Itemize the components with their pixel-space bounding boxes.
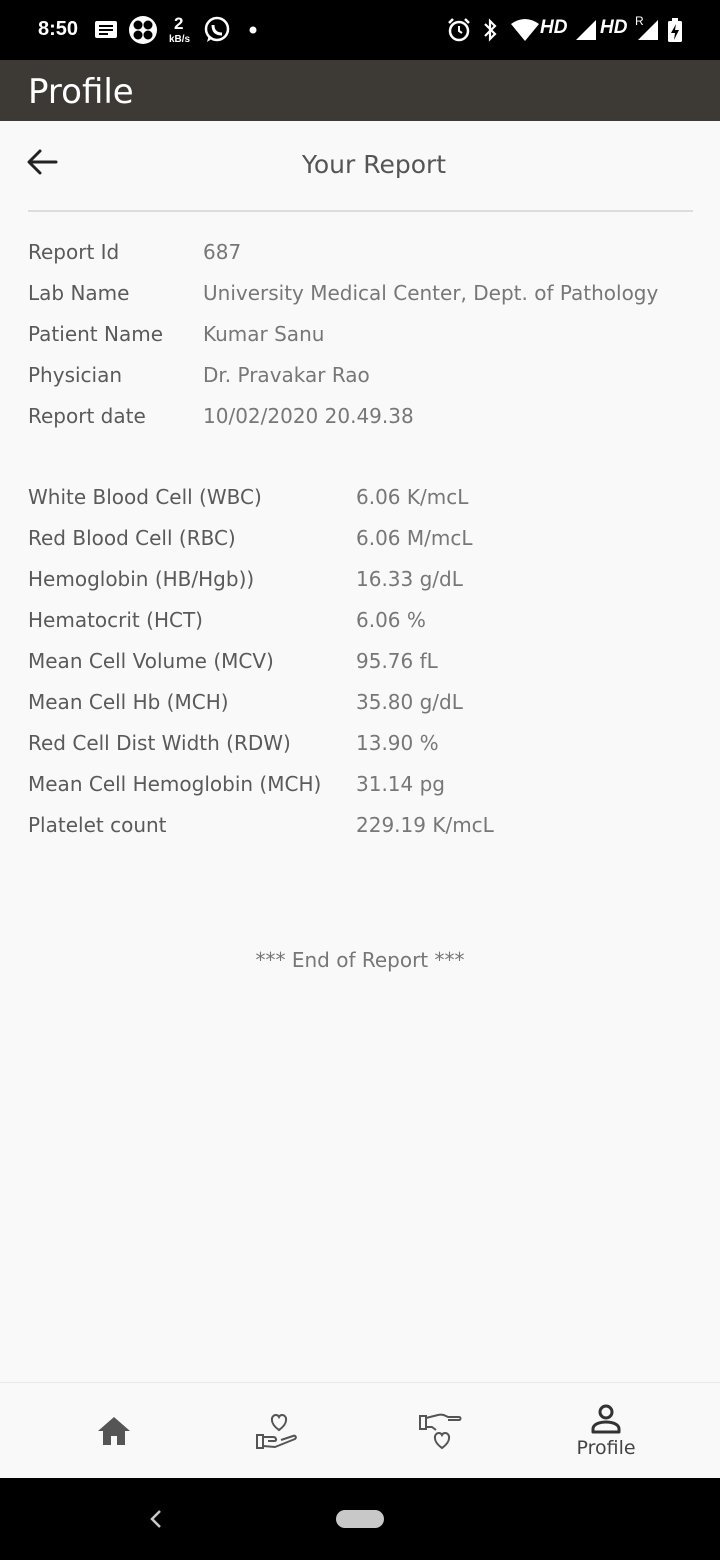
info-value: 10/02/2020 20.49.38 <box>203 404 414 428</box>
status-time: 8:50 <box>38 18 79 40</box>
nav-donate[interactable] <box>380 1383 500 1479</box>
alarm-icon <box>446 14 472 46</box>
hand-heart-icon <box>419 1413 462 1450</box>
info-value: 687 <box>203 240 242 264</box>
result-label: Red Cell Dist Width (RDW) <box>28 731 291 755</box>
signal-icon-2 <box>636 14 660 46</box>
system-home-button[interactable] <box>336 1510 384 1528</box>
heart-hand-icon <box>256 1413 297 1449</box>
result-label: Hemoglobin (HB/Hgb)) <box>28 567 255 591</box>
person-icon <box>591 1404 621 1434</box>
result-value: 16.33 g/dL <box>356 567 463 591</box>
result-label: Mean Cell Volume (MCV) <box>28 649 274 673</box>
signal-icon <box>574 14 598 46</box>
hd-label-2: HD <box>600 17 628 38</box>
wifi-icon <box>510 14 540 46</box>
report-title: Your Report <box>301 150 447 179</box>
whatsapp-icon <box>202 14 232 46</box>
result-value: 6.06 M/mcL <box>356 526 473 550</box>
result-value: 31.14 pg <box>356 772 446 796</box>
result-label: Mean Cell Hb (MCH) <box>28 690 229 714</box>
result-label: Red Blood Cell (RBC) <box>28 526 236 550</box>
hd-label-1: HD <box>540 17 568 38</box>
result-value: 13.90 % <box>356 731 439 755</box>
app-bar: Profile <box>0 60 720 121</box>
result-value: 6.06 % <box>356 608 426 632</box>
message-icon <box>94 14 118 46</box>
info-label: Report Id <box>28 240 120 264</box>
system-back-button[interactable] <box>140 1500 172 1538</box>
system-nav-bar <box>0 1478 720 1560</box>
info-label: Patient Name <box>28 322 163 346</box>
result-label: White Blood Cell (WBC) <box>28 485 262 509</box>
result-label: Mean Cell Hemoglobin (MCH) <box>28 772 322 796</box>
net-speed-unit: kB/s <box>169 34 191 45</box>
result-label: Platelet count <box>28 813 167 837</box>
chevron-left-icon <box>150 1510 161 1528</box>
bluetooth-icon <box>481 14 499 46</box>
status-bar: 8:50 2 kB/s HD HD R <box>0 0 720 60</box>
dot-icon <box>248 14 258 46</box>
battery-charging-icon <box>667 14 683 46</box>
info-value: Dr. Pravakar Rao <box>203 363 370 387</box>
bottom-nav: Profile <box>0 1382 720 1478</box>
fan-icon <box>128 14 158 46</box>
info-label: Physician <box>28 363 123 387</box>
info-value: University Medical Center, Dept. of Path… <box>203 281 659 305</box>
nav-care[interactable] <box>217 1383 337 1479</box>
nav-profile-label: Profile <box>576 1437 636 1459</box>
result-value: 229.19 K/mcL <box>356 813 494 837</box>
result-value: 95.76 fL <box>356 649 438 673</box>
net-speed-value: 2 <box>174 14 184 33</box>
nav-home[interactable] <box>54 1383 174 1479</box>
divider <box>28 210 693 212</box>
info-label: Lab Name <box>28 281 130 305</box>
end-of-report-text: *** End of Report *** <box>255 948 465 972</box>
result-label: Hematocrit (HCT) <box>28 608 203 632</box>
app-bar-title: Profile <box>28 72 134 112</box>
home-icon <box>98 1417 130 1445</box>
info-value: Kumar Sanu <box>203 322 325 346</box>
result-value: 35.80 g/dL <box>356 690 463 714</box>
info-label: Report date <box>28 404 146 428</box>
nav-profile[interactable]: Profile <box>546 1383 666 1479</box>
result-value: 6.06 K/mcL <box>356 485 469 509</box>
